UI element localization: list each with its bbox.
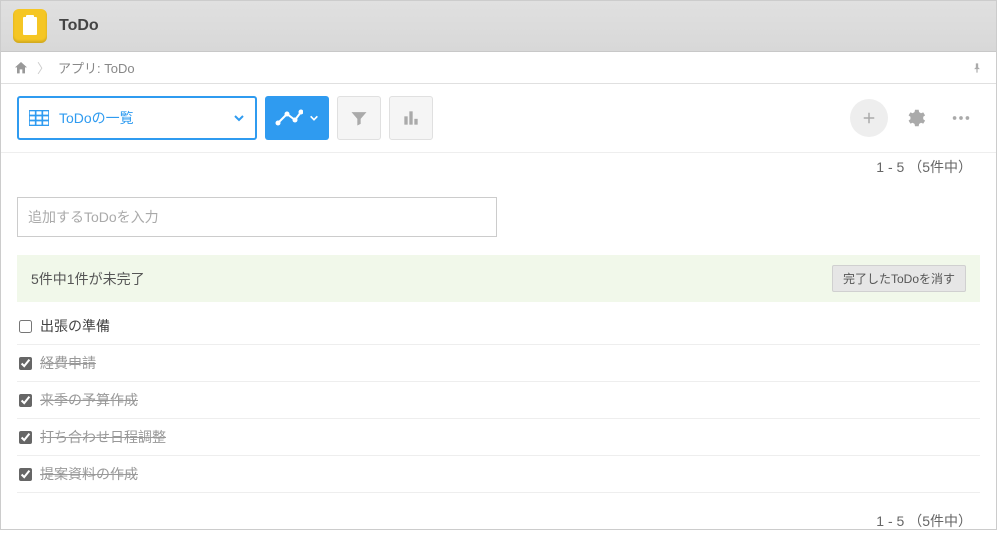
home-icon[interactable] <box>13 60 29 76</box>
todo-item: 来季の予算作成 <box>17 382 980 419</box>
todo-checkbox[interactable] <box>19 394 32 407</box>
todo-label: 出張の準備 <box>40 316 110 336</box>
chart-button[interactable] <box>389 96 433 140</box>
todo-checkbox[interactable] <box>19 357 32 370</box>
breadcrumb: 〉 アプリ: ToDo <box>1 52 996 84</box>
breadcrumb-separator: 〉 <box>37 58 50 77</box>
todo-item: 出張の準備 <box>17 308 980 345</box>
toolbar: ToDoの一覧 <box>1 84 996 153</box>
chevron-down-icon <box>309 113 319 123</box>
breadcrumb-label[interactable]: アプリ: ToDo <box>58 58 135 77</box>
todo-checkbox[interactable] <box>19 468 32 481</box>
todo-label: 打ち合わせ日程調整 <box>40 427 166 447</box>
graph-button[interactable] <box>265 96 329 140</box>
todo-list: 出張の準備経費申請来季の予算作成打ち合わせ日程調整提案資料の作成 <box>17 308 980 493</box>
status-text: 5件中1件が未完了 <box>31 269 145 289</box>
more-button[interactable] <box>942 99 980 137</box>
todo-label: 経費申請 <box>40 353 96 373</box>
add-todo-input[interactable] <box>17 197 497 237</box>
app-title: ToDo <box>59 17 99 35</box>
todo-item: 打ち合わせ日程調整 <box>17 419 980 456</box>
todo-checkbox[interactable] <box>19 431 32 444</box>
todo-label: 提案資料の作成 <box>40 464 138 484</box>
chevron-down-icon <box>233 112 245 124</box>
todo-checkbox[interactable] <box>19 320 32 333</box>
pager-top: 1 - 5 （5件中） <box>1 153 996 185</box>
funnel-icon <box>349 108 369 128</box>
filter-button[interactable] <box>337 96 381 140</box>
plus-icon <box>860 109 878 127</box>
todo-item: 提案資料の作成 <box>17 456 980 493</box>
todo-label: 来季の予算作成 <box>40 390 138 410</box>
pager-bottom: 1 - 5 （5件中） <box>1 505 996 537</box>
bar-chart-icon <box>401 108 421 128</box>
add-record-button[interactable] <box>850 99 888 137</box>
view-select-label: ToDoの一覧 <box>59 108 134 128</box>
graph-icon <box>275 108 303 128</box>
settings-button[interactable] <box>896 99 934 137</box>
app-icon <box>13 9 47 43</box>
clear-completed-button[interactable]: 完了したToDoを消す <box>832 265 966 292</box>
ellipsis-icon <box>950 107 972 129</box>
pin-icon[interactable] <box>970 61 984 75</box>
titlebar: ToDo <box>1 1 996 52</box>
view-select[interactable]: ToDoの一覧 <box>17 96 257 140</box>
todo-item: 経費申請 <box>17 345 980 382</box>
gear-icon <box>904 107 926 129</box>
status-bar: 5件中1件が未完了 完了したToDoを消す <box>17 255 980 302</box>
grid-icon <box>29 110 49 126</box>
